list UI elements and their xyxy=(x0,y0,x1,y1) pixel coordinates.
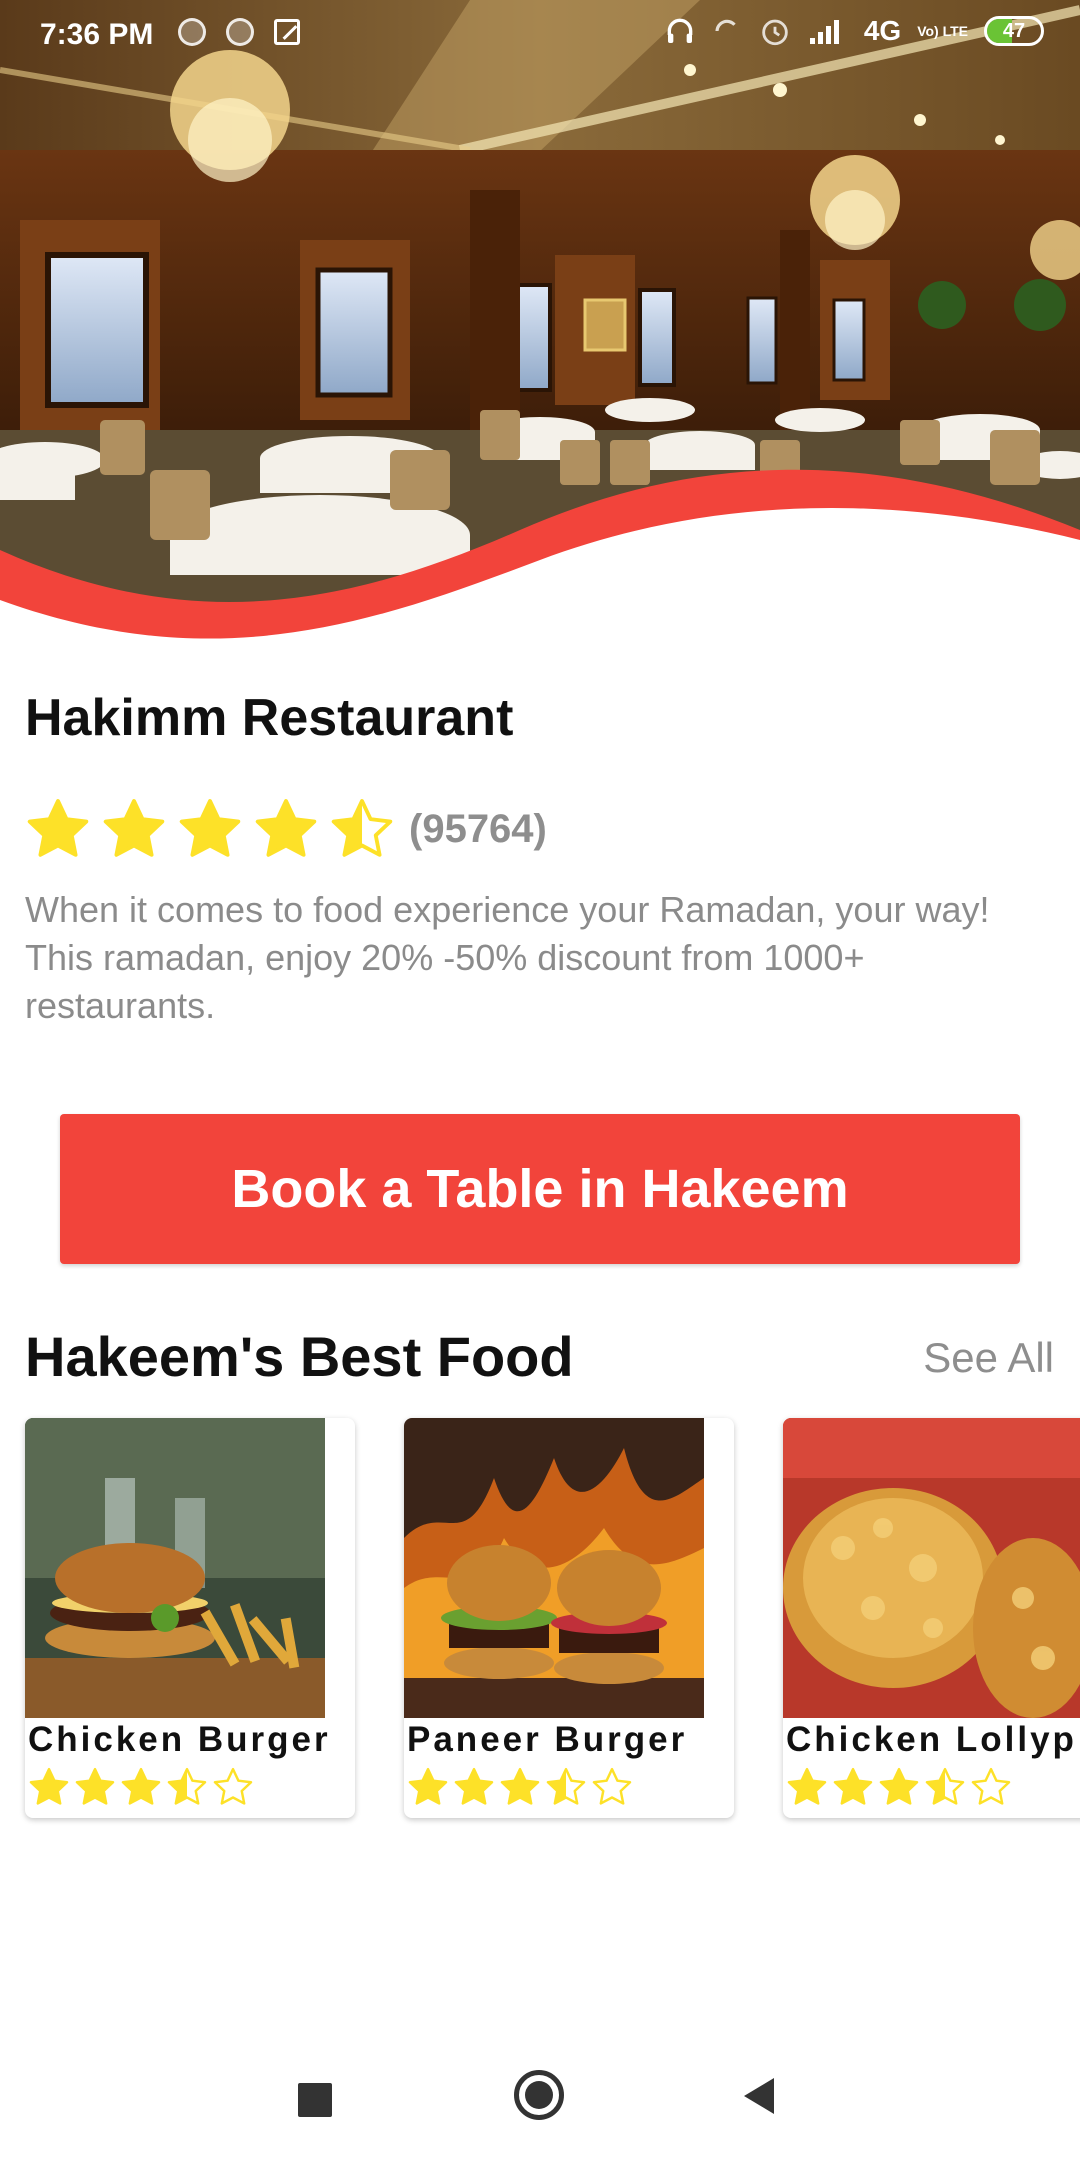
star-full-icon xyxy=(29,1767,69,1805)
star-empty-icon xyxy=(971,1767,1011,1805)
chicken-burger-photo xyxy=(25,1418,325,1718)
food-name: Paneer Burger xyxy=(407,1720,688,1759)
restaurant-name: Hakimm Restaurant xyxy=(25,689,514,747)
battery-icon: 47 xyxy=(984,16,1044,46)
volte-indicator: Vo) LTE xyxy=(917,23,968,39)
food-rating-stars xyxy=(28,1766,355,1808)
recents-square-icon[interactable] xyxy=(298,2083,332,2117)
food-card-chicken-lollypop[interactable]: Chicken Lollyp xyxy=(783,1418,1080,1818)
food-card-chicken-burger[interactable]: Chicken Burger xyxy=(25,1418,355,1818)
star-full-icon xyxy=(879,1767,919,1805)
silent-mode-icon xyxy=(715,19,736,32)
star-half-icon xyxy=(546,1767,586,1805)
paneer-burger-photo xyxy=(404,1418,704,1718)
signal-strength-icon xyxy=(809,20,839,44)
see-all-link[interactable]: See All xyxy=(923,1334,1054,1382)
star-full-icon xyxy=(121,1767,161,1805)
notification-icons xyxy=(178,18,300,46)
book-table-button[interactable]: Book a Table in Hakeem xyxy=(60,1114,1020,1264)
restaurant-description: When it comes to food experience your Ra… xyxy=(25,889,990,1026)
status-bar: 7:36 PM 4G Vo) LTE 47 xyxy=(0,0,1080,72)
star-empty-icon xyxy=(213,1767,253,1805)
battery-percent: 47 xyxy=(1002,19,1026,42)
food-rating-stars xyxy=(786,1766,1080,1808)
notification-circle-icon xyxy=(178,18,206,46)
star-empty-icon xyxy=(592,1767,632,1805)
headphones-icon xyxy=(667,18,693,43)
notification-circle-icon xyxy=(226,18,254,46)
food-rating-stars xyxy=(407,1766,734,1808)
star-full-icon xyxy=(103,799,165,857)
star-full-icon xyxy=(75,1767,115,1805)
hero-banner: 7:36 PM 4G Vo) LTE 47 xyxy=(0,0,1080,640)
star-half-icon xyxy=(925,1767,965,1805)
star-full-icon xyxy=(454,1767,494,1805)
star-full-icon xyxy=(787,1767,827,1805)
home-circle-icon[interactable] xyxy=(514,2070,564,2120)
star-full-icon xyxy=(833,1767,873,1805)
star-full-icon xyxy=(179,799,241,857)
star-full-icon xyxy=(255,799,317,857)
status-right-icons: 4G Vo) LTE 47 xyxy=(664,14,1044,48)
food-name: Chicken Lollyp xyxy=(786,1720,1077,1759)
star-half-icon xyxy=(167,1767,207,1805)
food-card-paneer-burger[interactable]: Paneer Burger xyxy=(404,1418,734,1818)
back-triangle-icon[interactable] xyxy=(744,2078,774,2114)
chicken-lollypop-photo xyxy=(783,1418,1080,1718)
star-full-icon xyxy=(27,799,89,857)
review-count: (95764) xyxy=(409,806,547,851)
rating-stars xyxy=(25,796,405,862)
food-name: Chicken Burger xyxy=(28,1720,331,1759)
restaurant-interior-photo xyxy=(0,0,1080,640)
status-time: 7:36 PM xyxy=(40,18,154,51)
restaurant-rating: (95764) xyxy=(25,796,547,862)
best-food-title: Hakeem's Best Food xyxy=(25,1325,574,1388)
edit-note-icon xyxy=(274,19,300,45)
star-full-icon xyxy=(408,1767,448,1805)
star-half-icon xyxy=(331,799,393,857)
network-type: 4G xyxy=(863,15,902,46)
alarm-icon xyxy=(762,19,788,46)
star-full-icon xyxy=(500,1767,540,1805)
